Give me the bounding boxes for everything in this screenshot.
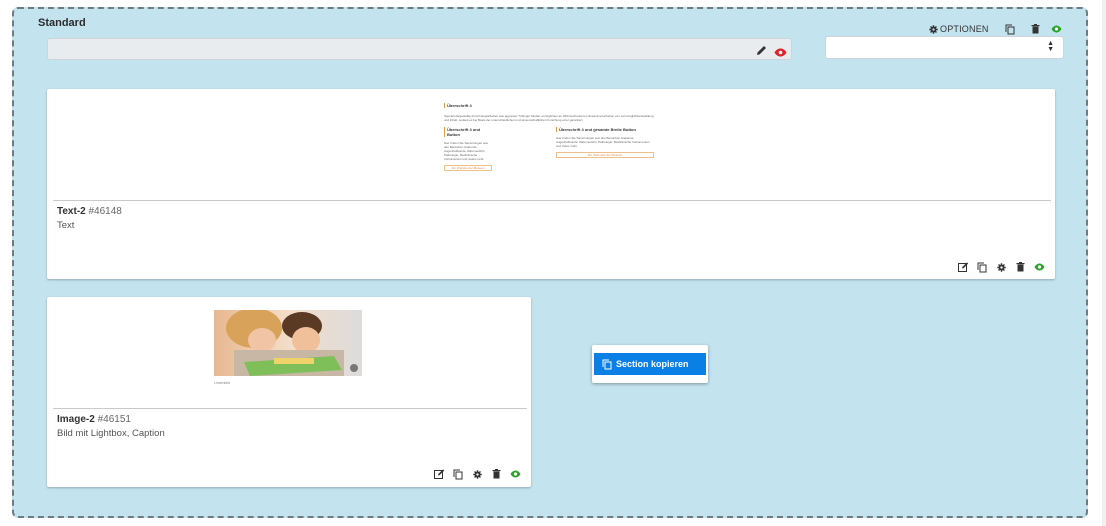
card-subtitle: Text	[57, 220, 75, 231]
context-menu-item-label: Section kopieren	[616, 359, 689, 369]
content-card-text[interactable]: Überschrift 4 Speziell dargestellte Fors…	[47, 89, 1055, 279]
trash-icon[interactable]	[1029, 22, 1043, 36]
card-id: #46148	[88, 206, 122, 217]
card-title: Image-2 #46151	[57, 414, 131, 425]
context-menu-item-copy-section[interactable]: Section kopieren	[594, 353, 706, 375]
section-title: Standard	[38, 17, 86, 29]
trash-icon[interactable]	[489, 467, 503, 481]
card-type-name: Text-2	[57, 206, 86, 217]
section-standard: Standard OPTIONEN ▲ ▼ Überschrift 4 Spezi…	[12, 7, 1088, 518]
section-name-field[interactable]	[47, 38, 792, 60]
preview-col2-button: Zur Webseite der Museen	[556, 152, 654, 158]
pencil-icon[interactable]	[756, 43, 767, 61]
edit-icon[interactable]	[432, 467, 446, 481]
card-toolbar	[432, 467, 522, 481]
copy-icon[interactable]	[1003, 22, 1017, 36]
gear-icon[interactable]	[470, 467, 484, 481]
copy-icon[interactable]	[975, 260, 989, 274]
eye-icon[interactable]	[1050, 22, 1064, 36]
content-card-image[interactable]: Lindenbild Image-2 #46151 Bild mit Light…	[47, 297, 531, 487]
preview-col2-heading: Überschrift 4 und gesamte Breite Button	[556, 127, 654, 132]
eye-icon[interactable]	[1032, 260, 1046, 274]
section-toolbar: OPTIONEN	[929, 22, 1064, 36]
copy-icon	[602, 359, 612, 369]
trash-icon[interactable]	[1013, 260, 1027, 274]
card-title: Text-2 #46148	[57, 206, 122, 217]
image-caption: Lindenbild	[214, 381, 230, 385]
preview-intro: Speziell dargestellte Forschungsarbeiten…	[444, 114, 654, 122]
preview-heading: Überschrift 4	[444, 103, 659, 108]
scrollbar-track[interactable]	[1102, 0, 1106, 526]
context-menu: Section kopieren	[592, 345, 708, 383]
card-divider	[53, 200, 1051, 201]
preview-col2-text: Hier finden Sie Sammlungen aus den Berei…	[556, 136, 650, 148]
gear-icon[interactable]	[994, 260, 1008, 274]
preview-col1-text: Hier finden Sie Sammlungen aus den Berei…	[444, 141, 488, 161]
card-type-name: Image-2	[57, 414, 95, 425]
options-label: OPTIONEN	[940, 24, 989, 34]
eye-hidden-icon[interactable]	[774, 44, 787, 62]
card-divider	[53, 408, 527, 409]
select-caret-icon: ▲ ▼	[1047, 40, 1054, 53]
options-button[interactable]: OPTIONEN	[929, 24, 989, 34]
eye-icon[interactable]	[508, 467, 522, 481]
layout-select[interactable]: ▲ ▼	[825, 36, 1064, 59]
edit-icon[interactable]	[956, 260, 970, 274]
preview-col1-button: Zur Website der Museen	[444, 165, 492, 171]
copy-icon[interactable]	[451, 467, 465, 481]
preview-col1-heading: Überschrift 4 und Button	[444, 127, 492, 137]
image-preview	[214, 310, 362, 376]
gear-icon	[929, 24, 938, 34]
card-toolbar	[956, 260, 1046, 274]
card-subtitle: Bild mit Lightbox, Caption	[57, 428, 165, 439]
card-id: #46151	[97, 414, 131, 425]
text-preview: Überschrift 4 Speziell dargestellte Fors…	[444, 103, 659, 175]
